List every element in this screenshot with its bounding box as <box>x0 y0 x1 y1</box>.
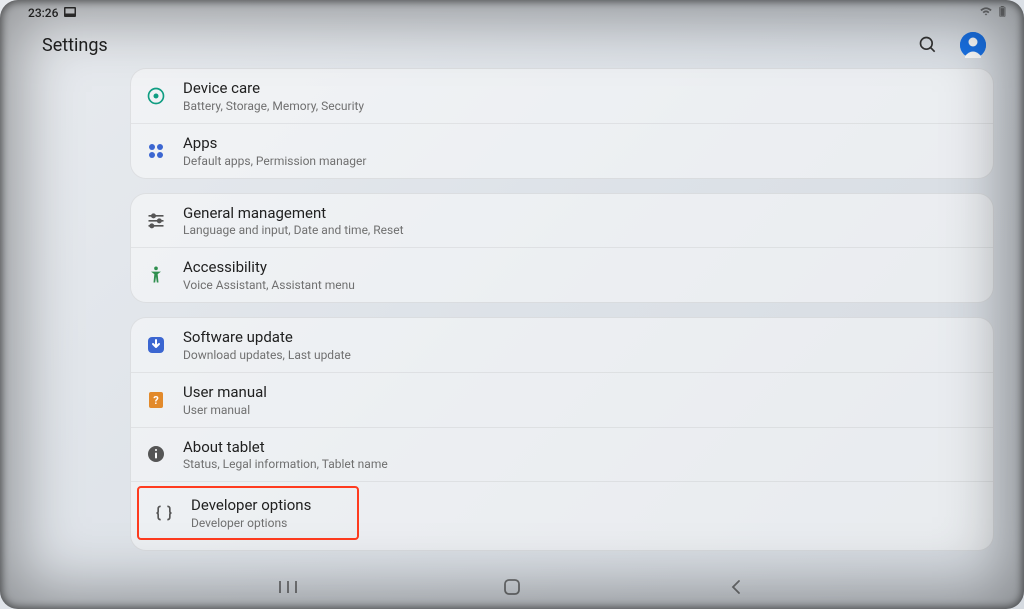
row-sub: Status, Legal information, Tablet name <box>183 457 388 471</box>
settings-group: Device care Battery, Storage, Memory, Se… <box>130 68 994 179</box>
row-about-tablet[interactable]: About tablet Status, Legal information, … <box>131 427 993 482</box>
row-title: General management <box>183 204 404 223</box>
row-device-care[interactable]: Device care Battery, Storage, Memory, Se… <box>131 69 993 123</box>
nav-home-button[interactable] <box>500 575 524 599</box>
row-general-management[interactable]: General management Language and input, D… <box>131 194 993 248</box>
row-title: Software update <box>183 328 351 347</box>
wifi-icon <box>979 6 993 20</box>
row-title: Developer options <box>191 496 311 515</box>
status-time: 23:26 <box>28 6 58 20</box>
header: Settings <box>0 22 1024 68</box>
device-care-icon <box>145 85 167 107</box>
settings-group: General management Language and input, D… <box>130 193 994 304</box>
row-sub: Developer options <box>191 516 311 530</box>
row-sub: Download updates, Last update <box>183 348 351 362</box>
info-icon <box>145 443 167 465</box>
row-title: Device care <box>183 79 364 98</box>
braces-icon <box>153 502 175 524</box>
navigation-bar <box>0 571 1024 603</box>
row-software-update[interactable]: Software update Download updates, Last u… <box>131 318 993 372</box>
nav-back-button[interactable] <box>724 575 748 599</box>
notification-icon <box>64 6 76 20</box>
row-sub: Battery, Storage, Memory, Security <box>183 99 364 113</box>
battery-icon <box>999 6 1006 20</box>
highlight-developer-options: Developer options Developer options <box>137 486 359 540</box>
page-title: Settings <box>42 35 108 56</box>
row-accessibility[interactable]: Accessibility Voice Assistant, Assistant… <box>131 247 993 302</box>
row-title: User manual <box>183 383 267 402</box>
profile-button[interactable] <box>960 32 986 58</box>
accessibility-icon <box>145 264 167 286</box>
row-apps[interactable]: Apps Default apps, Permission manager <box>131 123 993 178</box>
row-sub: Default apps, Permission manager <box>183 154 366 168</box>
sliders-icon <box>145 209 167 231</box>
row-title: About tablet <box>183 438 388 457</box>
settings-group: Software update Download updates, Last u… <box>130 317 994 551</box>
row-sub: Voice Assistant, Assistant menu <box>183 278 355 292</box>
row-developer-options[interactable]: Developer options Developer options <box>139 488 327 538</box>
status-bar: 23:26 <box>0 0 1024 22</box>
row-title: Apps <box>183 134 366 153</box>
search-button[interactable] <box>918 35 938 55</box>
update-icon <box>145 334 167 356</box>
manual-icon: ? <box>145 389 167 411</box>
settings-list: Device care Battery, Storage, Memory, Se… <box>0 68 1024 551</box>
row-user-manual[interactable]: ? User manual User manual <box>131 372 993 427</box>
row-sub: User manual <box>183 403 267 417</box>
apps-icon <box>145 140 167 162</box>
row-sub: Language and input, Date and time, Reset <box>183 223 404 237</box>
nav-recents-button[interactable] <box>276 575 300 599</box>
svg-text:?: ? <box>153 394 159 407</box>
row-title: Accessibility <box>183 258 355 277</box>
